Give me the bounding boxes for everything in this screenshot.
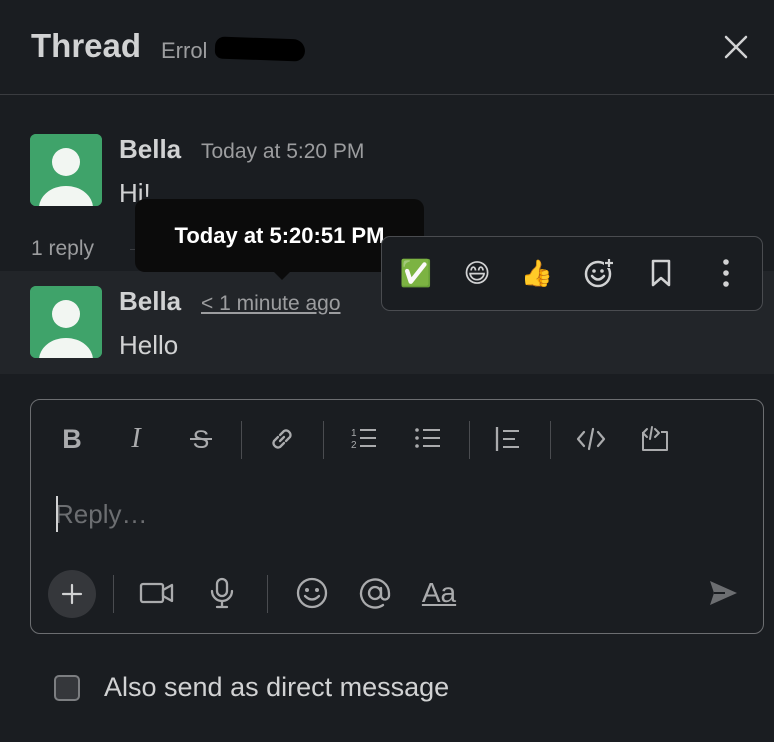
- blockquote-icon[interactable]: [488, 419, 528, 459]
- avatar[interactable]: [30, 134, 102, 206]
- thread-header: Thread Errol: [0, 0, 774, 95]
- message-timestamp[interactable]: < 1 minute ago: [201, 292, 341, 316]
- send-icon[interactable]: [703, 573, 743, 613]
- grinning-emoji-reaction[interactable]: 😄: [455, 251, 499, 295]
- svg-text:1: 1: [351, 428, 357, 439]
- emoji-icon[interactable]: [292, 573, 332, 613]
- bulleted-list-icon[interactable]: [408, 419, 448, 459]
- message-author[interactable]: Bella: [119, 134, 181, 165]
- attach-plus-button[interactable]: [48, 570, 96, 618]
- formatting-toggle-button[interactable]: Aa: [419, 573, 459, 613]
- mention-icon[interactable]: [355, 573, 395, 613]
- toolbar-divider: [267, 575, 268, 613]
- tooltip-arrow: [272, 270, 292, 280]
- toolbar-divider: [241, 421, 242, 459]
- toolbar-divider: [550, 421, 551, 459]
- video-clip-icon[interactable]: [137, 573, 177, 613]
- also-send-label[interactable]: Also send as direct message: [104, 672, 449, 703]
- bold-button[interactable]: B: [52, 419, 92, 459]
- message-author[interactable]: Bella: [119, 286, 181, 317]
- message-timestamp[interactable]: Today at 5:20 PM: [201, 140, 364, 164]
- add-reaction-icon[interactable]: [577, 251, 621, 295]
- ordered-list-icon[interactable]: 1 2: [344, 419, 384, 459]
- avatar[interactable]: [30, 286, 102, 358]
- more-actions-icon[interactable]: [704, 251, 748, 295]
- also-send-checkbox[interactable]: [54, 675, 80, 701]
- close-icon[interactable]: [716, 27, 756, 67]
- reply-count: 1 reply: [31, 237, 95, 260]
- reply-composer: B I S 1 2 Reply… Aa: [30, 399, 764, 634]
- toolbar-divider: [323, 421, 324, 459]
- message-text: Hello: [119, 330, 179, 360]
- toolbar-divider: [113, 575, 114, 613]
- message-actions-bar: ✅ 😄 👍: [381, 236, 763, 311]
- svg-text:2: 2: [351, 440, 357, 451]
- redaction-mark: [214, 36, 306, 62]
- text-cursor: [56, 496, 58, 532]
- code-icon[interactable]: [571, 419, 611, 459]
- thread-channel-name: Errol: [161, 38, 208, 63]
- code-block-icon[interactable]: [635, 419, 675, 459]
- link-icon[interactable]: [262, 419, 302, 459]
- thumbs-up-emoji-reaction[interactable]: 👍: [515, 251, 559, 295]
- check-mark-emoji-reaction[interactable]: ✅: [394, 251, 438, 295]
- microphone-icon[interactable]: [202, 573, 242, 613]
- toolbar-divider: [469, 421, 470, 459]
- reply-input[interactable]: [55, 494, 715, 534]
- bookmark-icon[interactable]: [639, 251, 683, 295]
- thread-title: Thread: [31, 27, 142, 64]
- italic-button[interactable]: I: [116, 419, 156, 459]
- strikethrough-button[interactable]: S: [181, 419, 221, 459]
